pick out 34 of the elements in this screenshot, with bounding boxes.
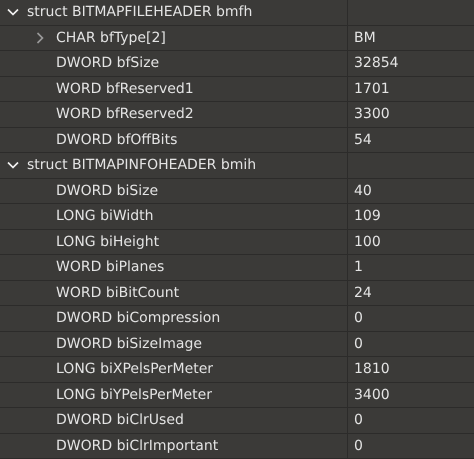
- field-value: 3400: [354, 388, 390, 402]
- field-label: LONG biXPelsPerMeter: [56, 362, 214, 376]
- field-value: 3300: [354, 107, 390, 122]
- field-label: DWORD biSize: [56, 184, 158, 198]
- field-value: 40: [354, 184, 372, 198]
- field-label: DWORD bfOffBits: [56, 132, 178, 147]
- field-value: 1701: [354, 82, 390, 96]
- field-value: 109: [354, 209, 381, 224]
- field-label: WORD biPlanes: [56, 260, 164, 274]
- field-label: LONG biYPelsPerMeter: [56, 388, 212, 402]
- field-label: CHAR bfType[2]: [56, 30, 166, 45]
- field-value: 0: [354, 311, 363, 326]
- struct-label[interactable]: struct BITMAPINFOHEADER bmih: [27, 158, 256, 172]
- field-value: 0: [354, 438, 363, 453]
- field-label: WORD biBitCount: [56, 286, 180, 300]
- field-value: 32854: [354, 56, 399, 70]
- field-label: LONG biWidth: [56, 209, 154, 224]
- field-value: 24: [354, 286, 372, 300]
- field-value: 1810: [354, 362, 390, 376]
- field-label: DWORD bfSize: [56, 56, 160, 70]
- field-label: WORD bfReserved2: [56, 107, 194, 122]
- field-value: BM: [354, 30, 376, 45]
- field-value: 0: [354, 336, 363, 351]
- field-value: 1: [354, 260, 363, 274]
- field-label: WORD bfReserved1: [56, 82, 194, 96]
- struct-label[interactable]: struct BITMAPFILEHEADER bmfh: [27, 5, 252, 20]
- field-value: 0: [354, 413, 363, 428]
- field-label: DWORD biSizeImage: [56, 336, 202, 351]
- field-value: 54: [354, 132, 372, 147]
- field-value: 100: [354, 234, 381, 249]
- field-label: LONG biHeight: [56, 234, 160, 249]
- field-label: DWORD biClrImportant: [56, 438, 218, 453]
- field-label: DWORD biCompression: [56, 311, 220, 326]
- field-label: DWORD biClrUsed: [56, 413, 184, 428]
